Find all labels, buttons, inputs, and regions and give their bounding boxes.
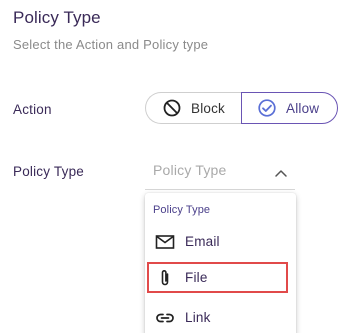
action-label: Action	[13, 102, 52, 117]
option-email-label: Email	[185, 234, 220, 249]
chevron-up-icon[interactable]	[274, 165, 288, 183]
page-title: Policy Type	[13, 8, 101, 27]
option-link-label: Link	[185, 310, 211, 325]
policy-type-dropdown: Policy Type Email File Link	[145, 193, 296, 333]
mail-icon	[155, 234, 175, 250]
policy-type-label: Policy Type	[13, 164, 84, 179]
check-circle-icon	[257, 98, 277, 118]
option-link[interactable]: Link	[145, 303, 296, 333]
link-icon	[155, 310, 175, 326]
dropdown-header: Policy Type	[153, 204, 211, 216]
allow-button[interactable]: Allow	[241, 92, 338, 124]
policy-type-placeholder: Policy Type	[153, 162, 227, 178]
action-toggle: Block Allow	[145, 92, 338, 126]
policy-type-select[interactable]: Policy Type	[145, 152, 295, 190]
block-button-label: Block	[191, 100, 226, 116]
option-email[interactable]: Email	[145, 227, 296, 257]
paperclip-icon	[155, 268, 175, 286]
block-icon	[162, 98, 182, 118]
block-button[interactable]: Block	[145, 92, 242, 124]
option-file-label: File	[185, 270, 208, 285]
allow-button-label: Allow	[286, 100, 320, 116]
option-file[interactable]: File	[145, 263, 296, 293]
page-subtitle: Select the Action and Policy type	[13, 37, 209, 52]
